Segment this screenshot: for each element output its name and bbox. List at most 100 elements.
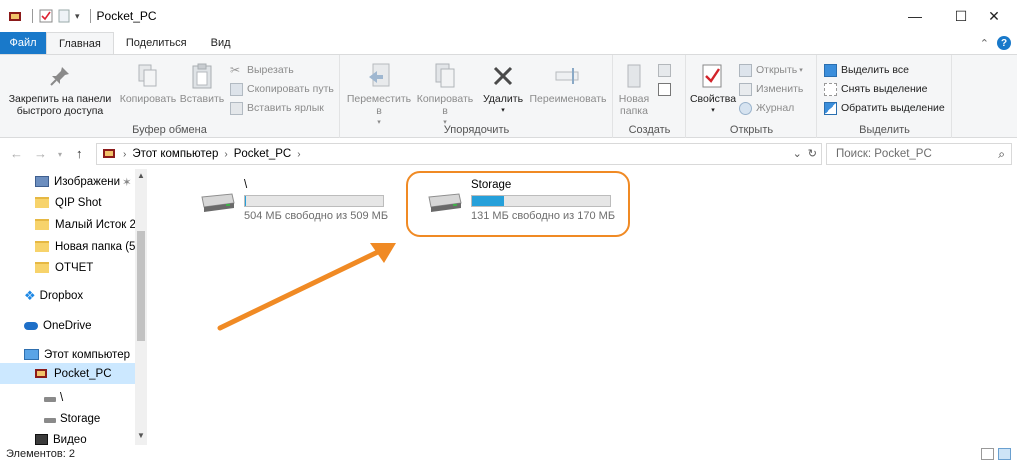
rename-button[interactable]: Переименовать: [527, 61, 609, 105]
drive-icon: [428, 193, 462, 212]
address-bar[interactable]: › Этот компьютер › Pocket_PC › ⌄ ↻: [96, 143, 822, 165]
nav-item-this-pc[interactable]: Этот компьютер: [0, 344, 135, 365]
easy-access-button[interactable]: [658, 80, 675, 98]
nav-item-pictures[interactable]: Изображени ✶: [0, 171, 135, 192]
help-icon[interactable]: ?: [997, 36, 1011, 50]
tab-view[interactable]: Вид: [199, 32, 243, 54]
group-create: Новая папка Создать: [614, 55, 686, 138]
scroll-down-icon[interactable]: ▼: [135, 431, 147, 440]
quick-access-toolbar: ▾ Pocket_PC: [8, 9, 157, 23]
search-input[interactable]: Поиск: Pocket_PC ⌕: [826, 143, 1012, 165]
group-label-select: Выделить: [859, 124, 910, 136]
device-icon: [35, 368, 47, 378]
group-organize: Переместить в ▾ Копировать в ▾ Удалить ▾…: [341, 55, 613, 138]
minimize-button[interactable]: —: [892, 0, 938, 32]
paste-shortcut-icon: [230, 101, 243, 115]
drive-icon: [44, 397, 56, 402]
copy-to-button[interactable]: Копировать в ▾: [413, 61, 477, 129]
explorer-app-icon[interactable]: [8, 9, 22, 23]
nav-item-otchet[interactable]: ОТЧЕТ: [0, 257, 135, 278]
breadcrumb-chevron-icon[interactable]: ›: [224, 149, 227, 160]
drive-capacity-fill: [472, 196, 504, 206]
annotation-arrow-head: [370, 243, 396, 263]
nav-item-storage[interactable]: Storage: [0, 408, 135, 429]
refresh-icon[interactable]: ↻: [808, 147, 817, 160]
pictures-icon: [35, 176, 49, 187]
breadcrumb-chevron-icon[interactable]: ›: [297, 149, 300, 160]
folder-icon: [35, 197, 49, 208]
nav-item-new-folder-5[interactable]: Новая папка (5): [0, 236, 135, 257]
paste-shortcut-button[interactable]: Вставить ярлык: [230, 99, 324, 117]
folder-icon: [35, 241, 49, 252]
collapse-ribbon-icon[interactable]: ⌃: [980, 37, 989, 50]
drive-free-space: 504 МБ свободно из 509 МБ: [244, 210, 389, 222]
item-count: Элементов: 2: [6, 448, 75, 460]
nav-item-root-drive[interactable]: \: [0, 387, 135, 408]
paste-button[interactable]: Вставить: [178, 61, 226, 105]
properties-button[interactable]: Свойства ▾: [689, 61, 737, 117]
select-all-button[interactable]: Выделить все: [824, 61, 909, 79]
move-to-icon: [366, 61, 392, 91]
title-bar: ▾ Pocket_PC — ☐ ✕: [0, 0, 1017, 32]
address-history-dropdown-icon[interactable]: ⌄: [793, 147, 802, 160]
scroll-up-icon[interactable]: ▲: [135, 171, 147, 180]
invert-selection-button[interactable]: Обратить выделение: [824, 99, 945, 117]
scrollbar-thumb[interactable]: [137, 231, 145, 341]
tab-home[interactable]: Главная: [46, 32, 114, 54]
up-icon[interactable]: ↑: [76, 146, 83, 161]
edit-button[interactable]: Изменить: [739, 80, 803, 98]
drive-item-root[interactable]: \ 504 МБ свободно из 509 МБ: [198, 179, 398, 229]
open-button[interactable]: Открыть ▾: [739, 61, 803, 79]
content-pane: \ 504 МБ свободно из 509 МБ Storage 131 …: [148, 169, 1017, 445]
breadcrumb-chevron-icon[interactable]: ›: [123, 149, 126, 160]
details-view-icon[interactable]: [981, 448, 994, 460]
nav-item-onedrive[interactable]: OneDrive: [0, 315, 135, 336]
view-switcher: [981, 448, 1011, 460]
qa-dropdown-icon[interactable]: ▾: [75, 11, 80, 22]
drive-icon: [201, 193, 235, 212]
nav-item-malyi-istok[interactable]: Малый Исток 2: [0, 214, 135, 235]
new-item-button[interactable]: [658, 61, 675, 79]
tab-share[interactable]: Поделиться: [114, 32, 199, 54]
edit-icon: [739, 82, 752, 96]
pin-quick-access-button[interactable]: Закрепить на панели быстрого доступа: [4, 61, 116, 117]
search-icon: ⌕: [998, 147, 1005, 161]
nav-item-pocket-pc[interactable]: Pocket_PC: [0, 363, 135, 384]
onedrive-icon: [24, 321, 38, 330]
nav-item-qip-shot[interactable]: QIP Shot: [0, 192, 135, 213]
nav-scrollbar[interactable]: ▲ ▼: [135, 169, 147, 445]
new-folder-button[interactable]: Новая папка: [616, 61, 652, 117]
dropbox-icon: ❖: [24, 287, 36, 303]
forward-icon[interactable]: →: [34, 146, 47, 161]
tab-file[interactable]: Файл: [0, 32, 46, 54]
easy-access-icon: [658, 82, 671, 96]
folder-icon: [35, 262, 49, 273]
group-label-clipboard: Буфер обмена: [132, 124, 207, 136]
copy-button[interactable]: Копировать: [118, 61, 178, 105]
close-button[interactable]: ✕: [971, 0, 1017, 32]
properties-check-icon[interactable]: [39, 9, 53, 23]
recent-locations-icon[interactable]: ▾: [58, 150, 62, 159]
back-icon[interactable]: ←: [10, 146, 23, 161]
move-to-button[interactable]: Переместить в ▾: [345, 61, 413, 129]
new-item-icon: [658, 63, 671, 77]
address-row: ← → ▾ ↑ › Этот компьютер › Pocket_PC › ⌄…: [0, 139, 1017, 169]
rename-icon: [555, 61, 581, 91]
cut-button[interactable]: ✂ Вырезать: [230, 61, 294, 79]
history-button[interactable]: Журнал: [739, 99, 794, 117]
drive-item-storage[interactable]: Storage 131 МБ свободно из 170 МБ: [425, 179, 625, 229]
scissors-icon: ✂: [230, 62, 241, 77]
breadcrumb-this-pc[interactable]: Этот компьютер: [132, 148, 218, 160]
nav-item-dropbox[interactable]: ❖ Dropbox: [0, 285, 135, 306]
invert-selection-icon: [824, 101, 837, 115]
separator: [32, 9, 33, 23]
delete-button[interactable]: Удалить ▾: [479, 61, 527, 117]
copy-to-icon: [432, 61, 458, 91]
nav-item-videos[interactable]: Видео: [0, 429, 135, 445]
copy-path-button[interactable]: Скопировать путь: [230, 80, 334, 98]
new-folder-qa-icon[interactable]: [57, 9, 71, 23]
breadcrumb-pocket-pc[interactable]: Pocket_PC: [234, 148, 292, 160]
navigation-pane: Изображени ✶ QIP Shot Малый Исток 2 Нова…: [0, 169, 148, 445]
large-icons-view-icon[interactable]: [998, 448, 1011, 460]
select-none-button[interactable]: Снять выделение: [824, 80, 927, 98]
